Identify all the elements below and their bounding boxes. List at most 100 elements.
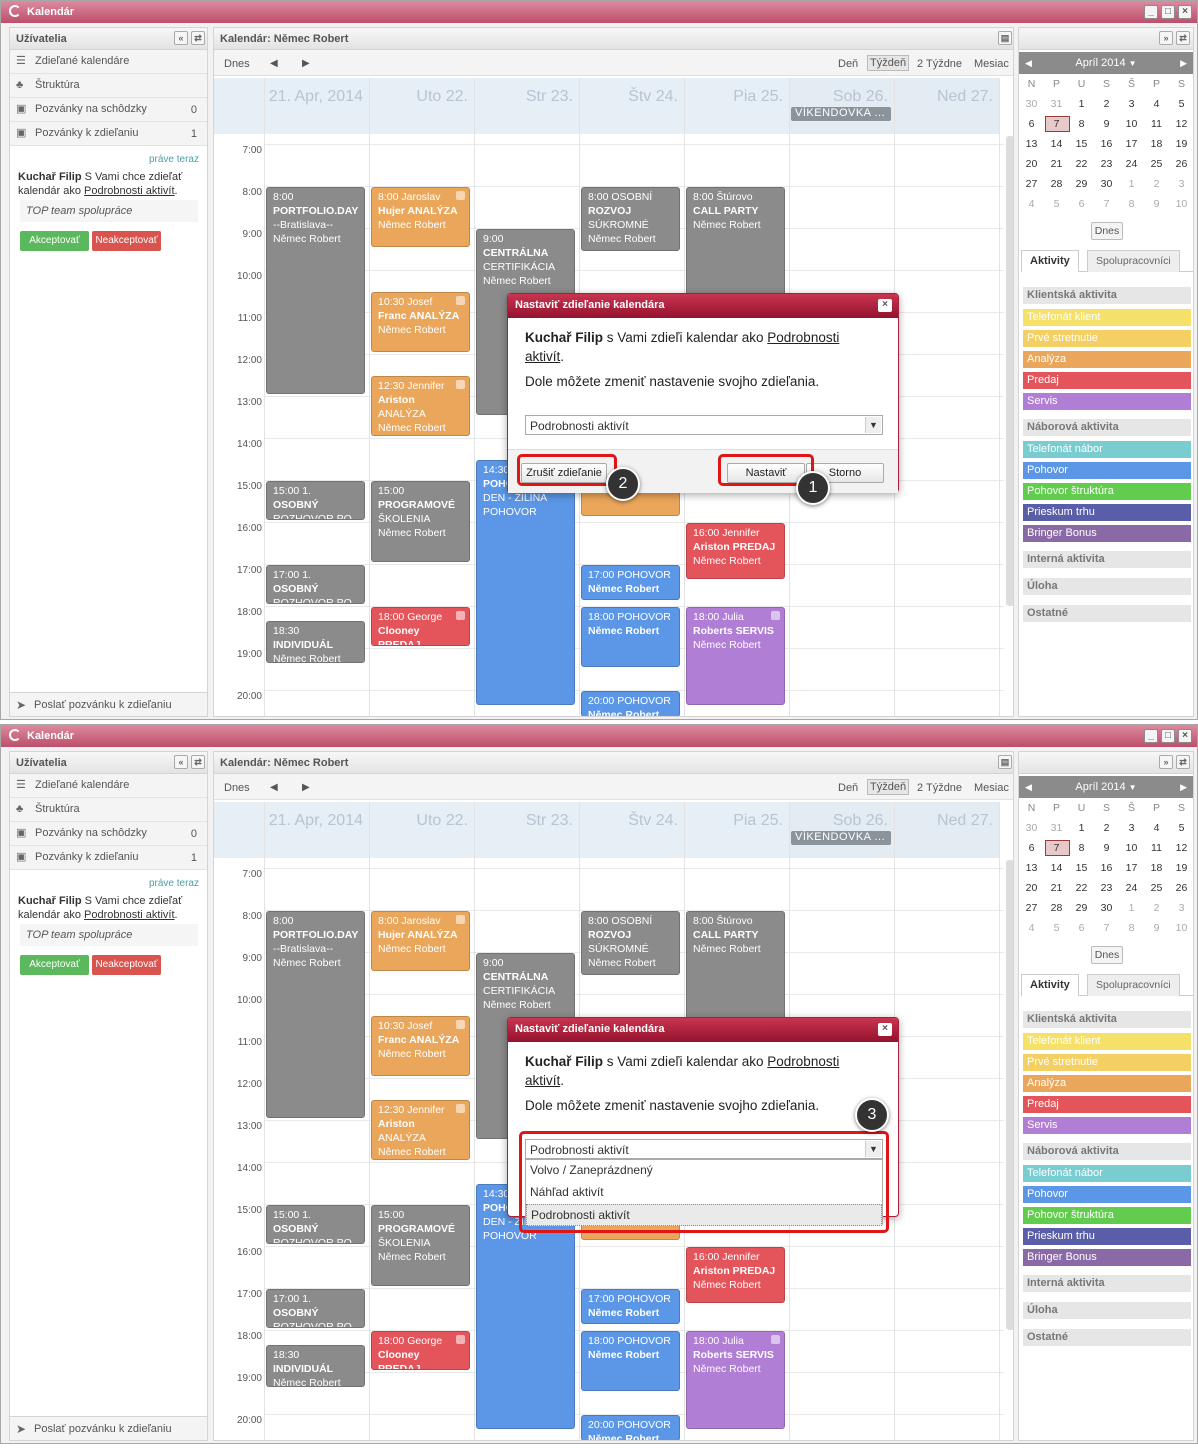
mini-day[interactable]: 6 [1069, 922, 1094, 934]
mini-day[interactable]: 8 [1119, 198, 1144, 210]
mini-day[interactable]: 11 [1144, 842, 1169, 854]
nav-item[interactable]: ▣ Pozvánky na schôdzky 0 [10, 98, 207, 122]
calendar-event[interactable]: 18:00 POHOVOR Němec Robert [581, 1331, 680, 1391]
prev-month-icon[interactable]: ◀ [1025, 52, 1032, 74]
day-header[interactable]: Ned 27. [894, 802, 999, 858]
mini-day[interactable]: 1 [1119, 902, 1144, 914]
mini-day[interactable]: 29 [1069, 178, 1094, 190]
nav-item[interactable]: ☰ Zdieľané kalendáre [10, 774, 207, 798]
calendar-event[interactable]: 17:00 1. OSOBNÝ ROZHOVOR PO [266, 1289, 365, 1328]
category-item[interactable]: Analýza [1023, 351, 1191, 368]
calendar-event[interactable]: 18:00 Julia Roberts SERVIS Němec Robert [686, 607, 785, 705]
mini-day[interactable]: 15 [1069, 138, 1094, 150]
reject-button[interactable]: Neakceptovať [92, 231, 161, 251]
mini-day[interactable]: 20 [1019, 882, 1044, 894]
day-header[interactable]: Str 23. [474, 78, 579, 134]
accept-button[interactable]: Akceptovať [20, 231, 89, 251]
mini-day[interactable]: 28 [1044, 178, 1069, 190]
calendar-event[interactable]: 18:00 Julia Roberts SERVIS Němec Robert [686, 1331, 785, 1429]
category-header[interactable]: Interná aktivita [1023, 551, 1191, 568]
category-item[interactable]: Prvé stretnutie [1023, 330, 1191, 347]
refresh-icon[interactable]: ⇄ [191, 755, 205, 769]
mini-day[interactable]: 7 [1044, 842, 1069, 854]
calendar-event[interactable]: 18:30 INDIVIDUÁL Němec Robert [266, 1344, 365, 1387]
maximize-icon[interactable]: □ [1161, 5, 1175, 19]
mini-day[interactable]: 23 [1094, 158, 1119, 170]
mini-day[interactable]: 6 [1019, 118, 1044, 130]
collapse-icon[interactable]: « [174, 755, 188, 769]
nav-item[interactable]: ▣ Pozvánky k zdieľaniu 1 [10, 846, 207, 870]
day-header[interactable]: Pia 25. [684, 802, 789, 858]
calendar-event[interactable]: 10:30 Josef Franc ANALÝZA Němec Robert [371, 292, 470, 352]
mini-day[interactable]: 10 [1119, 842, 1144, 854]
view-month[interactable]: Mesiac [974, 58, 1009, 70]
day-header[interactable]: Sob 26. VÍKENDOVKA ... [789, 78, 894, 134]
category-item[interactable]: Analýza [1023, 1075, 1191, 1092]
calendar-event[interactable]: 8:00 Jaroslav Hujer ANALÝZA Němec Robert [371, 911, 470, 971]
mini-day[interactable]: 1 [1069, 822, 1094, 834]
next-month-icon[interactable]: ▶ [1180, 52, 1187, 74]
minimize-icon[interactable]: _ [1144, 729, 1158, 743]
mini-day[interactable]: 24 [1119, 158, 1144, 170]
mini-day[interactable]: 30 [1094, 902, 1119, 914]
nav-item[interactable]: ♣ Štruktúra [10, 74, 207, 98]
maximize-icon[interactable]: □ [1161, 729, 1175, 743]
category-header[interactable]: Interná aktivita [1023, 1275, 1191, 1292]
mini-day[interactable]: 29 [1069, 902, 1094, 914]
category-header[interactable]: Úloha [1023, 1302, 1191, 1319]
next-week-icon[interactable]: ▶ [302, 782, 310, 793]
mini-day[interactable]: 11 [1144, 118, 1169, 130]
tab-activities[interactable]: Aktivity [1021, 974, 1079, 996]
expand-icon[interactable]: » [1159, 755, 1173, 769]
day-header[interactable]: Str 23. [474, 802, 579, 858]
mini-day[interactable]: 18 [1144, 862, 1169, 874]
mini-day[interactable]: 10 [1169, 922, 1194, 934]
category-header[interactable]: Náborová aktivita [1023, 419, 1191, 436]
mini-today-button[interactable]: Dnes [1091, 946, 1123, 964]
category-item[interactable]: Telefonát klient [1023, 309, 1191, 326]
mini-day[interactable]: 17 [1119, 138, 1144, 150]
mini-day[interactable]: 26 [1169, 882, 1194, 894]
day-header[interactable]: Sob 26. VÍKENDOVKA ... [789, 802, 894, 858]
category-header[interactable]: Ostatné [1023, 1329, 1191, 1346]
category-item[interactable]: Servis [1023, 1117, 1191, 1134]
category-item[interactable]: Pohovor [1023, 1186, 1191, 1203]
mini-day[interactable]: 24 [1119, 882, 1144, 894]
mini-day[interactable]: 3 [1119, 98, 1144, 110]
mini-day[interactable]: 21 [1044, 882, 1069, 894]
mini-day[interactable]: 7 [1044, 118, 1069, 130]
calendar-event[interactable]: 15:00 PROGRAMOVÉ ŠKOLENIA Němec Robert [371, 1205, 470, 1286]
calendar-event[interactable]: 16:00 Jennifer Ariston PREDAJ Němec Robe… [686, 523, 785, 579]
calendar-event[interactable]: 15:00 1. OSOBNÝ ROZHOVOR PO [266, 481, 365, 520]
send-invite-footer[interactable]: ➤ Poslať pozvánku k zdieľaniu [10, 692, 207, 716]
prev-week-icon[interactable]: ◀ [270, 782, 278, 793]
nav-item[interactable]: ▣ Pozvánky na schôdzky 0 [10, 822, 207, 846]
category-item[interactable]: Prieskum trhu [1023, 1228, 1191, 1245]
expand-icon[interactable]: » [1159, 31, 1173, 45]
mini-day[interactable]: 19 [1169, 138, 1194, 150]
mini-day[interactable]: 30 [1019, 98, 1044, 110]
mini-day[interactable]: 30 [1019, 822, 1044, 834]
minimize-icon[interactable]: _ [1144, 5, 1158, 19]
day-header[interactable]: Pia 25. [684, 78, 789, 134]
calendar-event[interactable]: 15:00 1. OSOBNÝ ROZHOVOR PO [266, 1205, 365, 1244]
mini-day[interactable]: 1 [1069, 98, 1094, 110]
category-item[interactable]: Telefonát nábor [1023, 1165, 1191, 1182]
view-two-weeks[interactable]: 2 Týždne [917, 58, 962, 70]
mini-day[interactable]: 9 [1144, 198, 1169, 210]
mini-day[interactable]: 17 [1119, 862, 1144, 874]
mini-day[interactable]: 22 [1069, 882, 1094, 894]
mini-day[interactable]: 4 [1144, 98, 1169, 110]
category-header[interactable]: Klientská aktivita [1023, 1011, 1191, 1028]
category-item[interactable]: Predaj [1023, 1096, 1191, 1113]
mini-day[interactable]: 31 [1044, 822, 1069, 834]
day-header[interactable]: Uto 22. [369, 802, 474, 858]
mini-day[interactable]: 23 [1094, 882, 1119, 894]
calendar-event[interactable]: 17:00 POHOVOR Němec Robert [581, 565, 680, 600]
category-item[interactable]: Bringer Bonus [1023, 1249, 1191, 1266]
category-item[interactable]: Pohovor [1023, 462, 1191, 479]
mini-day[interactable]: 27 [1019, 902, 1044, 914]
dialog-close-icon[interactable]: × [878, 299, 892, 312]
day-header[interactable]: Ned 27. [894, 78, 999, 134]
mini-day[interactable]: 14 [1044, 138, 1069, 150]
